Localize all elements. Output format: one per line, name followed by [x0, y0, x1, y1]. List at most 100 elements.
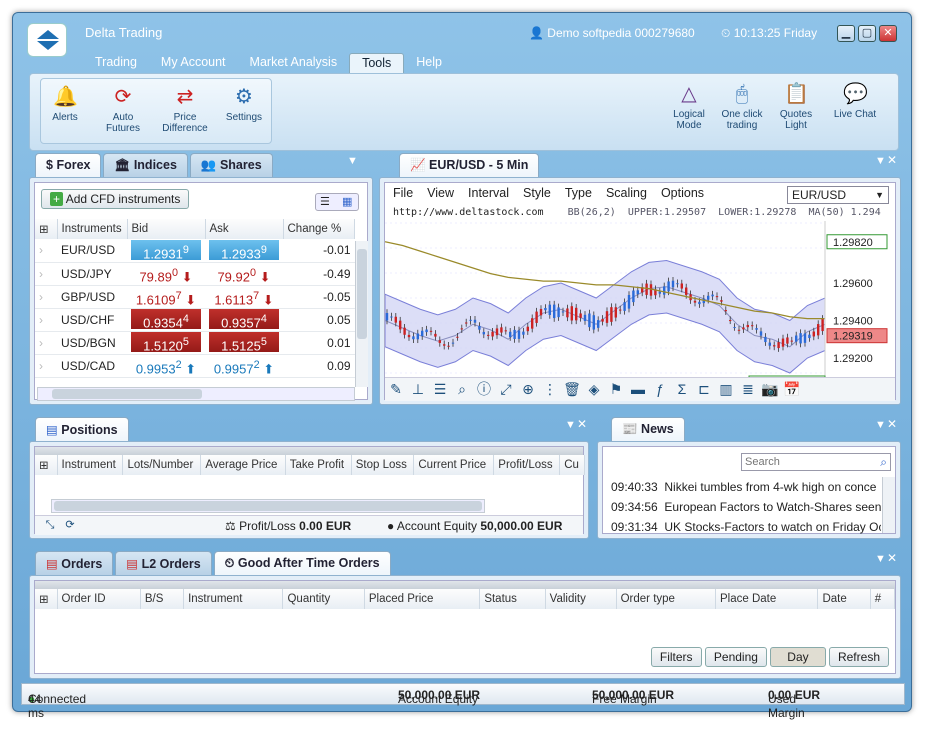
ask-cell[interactable]: 1.51255	[205, 331, 283, 355]
chart-small-icon[interactable]: ⤡	[39, 514, 61, 536]
orders-col[interactable]: Validity	[545, 589, 617, 609]
forex-row[interactable]: › USD/BGN 1.51205 1.51255 0.01	[35, 331, 355, 355]
bid-quote[interactable]: 1.51205	[131, 331, 201, 353]
day-button[interactable]: Day	[770, 647, 826, 667]
settings-list-icon[interactable]: ⋮	[539, 378, 561, 400]
tab-positions[interactable]: ▤ Positions	[35, 417, 129, 441]
positions-col[interactable]: Cu	[559, 455, 585, 475]
grid-view-icon[interactable]: ▦	[342, 195, 352, 208]
tab-indices[interactable]: 🏛 Indices	[103, 153, 188, 177]
positions-col[interactable]: Take Profit	[285, 455, 352, 475]
news-panel-close-icon[interactable]: ✕	[887, 417, 897, 431]
bid-quote[interactable]: 1.61097 ⬇	[131, 286, 201, 307]
forex-row[interactable]: › GBP/USD 1.61097 ⬇ 1.61137 ⬇ -0.05	[35, 285, 355, 309]
bid-cell[interactable]: 1.61097 ⬇	[127, 285, 205, 309]
function-icon[interactable]: ƒ	[649, 378, 671, 400]
chart-menu-options[interactable]: Options	[661, 186, 704, 200]
column-config-icon[interactable]: ⊞	[35, 219, 58, 239]
ask-quote[interactable]: 1.29339	[209, 239, 279, 261]
one-click-trading-button[interactable]: 🖱 One click trading	[718, 82, 766, 131]
flag-icon[interactable]: ⚑	[605, 378, 627, 400]
trash-icon[interactable]: 🗑	[561, 378, 583, 400]
tab-orders[interactable]: ▤ Orders	[35, 551, 114, 575]
chart-menu-type[interactable]: Type	[565, 186, 592, 200]
ask-cell[interactable]: 1.29339	[205, 239, 283, 263]
chart-menu-style[interactable]: Style	[523, 186, 551, 200]
menu-tools[interactable]: Tools	[349, 53, 405, 73]
menu-help[interactable]: Help	[404, 53, 454, 73]
alerts-button[interactable]: 🔔 Alerts	[47, 85, 83, 123]
news-item[interactable]: 09:34:56 European Factors to Watch-Share…	[603, 497, 881, 517]
orders-col[interactable]: Placed Price	[364, 589, 481, 609]
hierarchy-icon[interactable]: ⊥	[407, 378, 429, 400]
sigma-icon[interactable]: Σ	[671, 378, 693, 400]
chart-panel-menu-icon[interactable]: ▼	[875, 155, 886, 167]
chart-menu-interval[interactable]: Interval	[468, 186, 509, 200]
bracket-icon[interactable]: ⊏	[693, 378, 715, 400]
pending-button[interactable]: Pending	[704, 647, 767, 667]
forex-row[interactable]: › USD/CHF 0.93544 0.93574 0.05	[35, 308, 355, 332]
orders-col[interactable]: #	[870, 589, 896, 609]
col-change[interactable]: Change %	[283, 219, 355, 239]
bid-quote[interactable]: 0.99532 ⬆	[131, 355, 201, 376]
tab-news[interactable]: 📰 News	[611, 417, 685, 441]
settings-button[interactable]: ⚙ Settings	[221, 85, 267, 123]
price-difference-button[interactable]: ⇄ Price Difference	[159, 85, 211, 134]
forex-panel-menu-icon[interactable]: ▼	[347, 155, 358, 167]
symbol-select[interactable]: EUR/USD ▼	[787, 186, 889, 204]
price-chart[interactable]: 1.298201.296001.294001.293191.292002012-…	[385, 221, 897, 391]
ask-quote[interactable]: 79.920 ⬇	[209, 263, 279, 284]
bid-quote[interactable]: 0.93544	[131, 308, 201, 330]
news-panel-menu-icon[interactable]: ▼	[875, 419, 886, 431]
positions-panel-close-icon[interactable]: ✕	[577, 417, 587, 431]
list-icon[interactable]: ☰	[429, 378, 451, 400]
add-cfd-button[interactable]: + Add CFD instruments	[41, 189, 190, 209]
tab-shares[interactable]: 👥 Shares	[189, 153, 273, 177]
positions-col[interactable]: Stop Loss	[351, 455, 415, 475]
ask-quote[interactable]: 0.99572 ⬆	[209, 355, 279, 376]
bid-cell[interactable]: 1.51205	[127, 331, 205, 355]
forex-row[interactable]: › USD/CAD 0.99532 ⬆ 0.99572 ⬆ 0.09	[35, 354, 355, 378]
bid-cell[interactable]: 0.99532 ⬆	[127, 354, 205, 378]
color-icon[interactable]: ◈	[583, 378, 605, 400]
tab-eurusd-chart[interactable]: 📈 EUR/USD - 5 Min	[399, 153, 540, 177]
zoom-icon[interactable]: ⌕	[451, 378, 473, 400]
orders-col[interactable]: B/S	[140, 589, 185, 609]
chart-menu-view[interactable]: View	[427, 186, 454, 200]
search-icon[interactable]: ⌕	[880, 455, 887, 470]
positions-col[interactable]: Profit/Loss	[493, 455, 561, 475]
logical-mode-button[interactable]: △ Logical Mode	[664, 82, 714, 131]
tab-l2-orders[interactable]: ▤ L2 Orders	[115, 551, 212, 575]
menu-market-analysis[interactable]: Market Analysis	[238, 53, 350, 73]
ask-quote[interactable]: 1.61137 ⬇	[209, 286, 279, 307]
crosshair-icon[interactable]: ⊕	[517, 378, 539, 400]
minimize-button[interactable]: ▁	[837, 25, 855, 42]
ask-cell[interactable]: 0.99572 ⬆	[205, 354, 283, 378]
orders-col[interactable]: Order ID	[57, 589, 141, 609]
info-icon[interactable]: ⓘ	[473, 378, 495, 400]
forex-vertical-scrollbar[interactable]	[355, 241, 368, 387]
chart-menu-scaling[interactable]: Scaling	[606, 186, 647, 200]
panel-icon[interactable]: ▬	[627, 378, 649, 400]
view-toggle[interactable]: ☰ ▦	[315, 193, 359, 211]
tab-good-after-time-orders[interactable]: ⏲ Good After Time Orders	[213, 551, 391, 575]
quotes-light-button[interactable]: 📋 Quotes Light	[774, 82, 818, 131]
orders-panel-menu-icon[interactable]: ▼	[875, 553, 886, 565]
bid-cell[interactable]: 79.890 ⬇	[127, 262, 205, 286]
ask-cell[interactable]: 79.920 ⬇	[205, 262, 283, 286]
orders-col[interactable]: Date	[817, 589, 871, 609]
positions-col[interactable]: Instrument	[57, 455, 124, 475]
positions-col[interactable]: Lots/Number	[122, 455, 202, 475]
bid-quote[interactable]: 1.29319	[131, 239, 201, 261]
bid-quote[interactable]: 79.890 ⬇	[131, 263, 201, 284]
filters-button[interactable]: Filters	[650, 647, 702, 667]
bid-cell[interactable]: 0.93544	[127, 308, 205, 332]
col-instruments[interactable]: Instruments	[57, 219, 128, 239]
news-search-input[interactable]	[742, 454, 870, 470]
forex-horizontal-scrollbar[interactable]	[37, 387, 355, 401]
news-item[interactable]: 09:40:33 Nikkei tumbles from 4-wk high o…	[603, 477, 881, 497]
orders-col[interactable]: Place Date	[715, 589, 819, 609]
close-button[interactable]: ✕	[879, 25, 897, 42]
chart-panel-close-icon[interactable]: ✕	[887, 153, 897, 167]
orders-panel-close-icon[interactable]: ✕	[887, 551, 897, 565]
